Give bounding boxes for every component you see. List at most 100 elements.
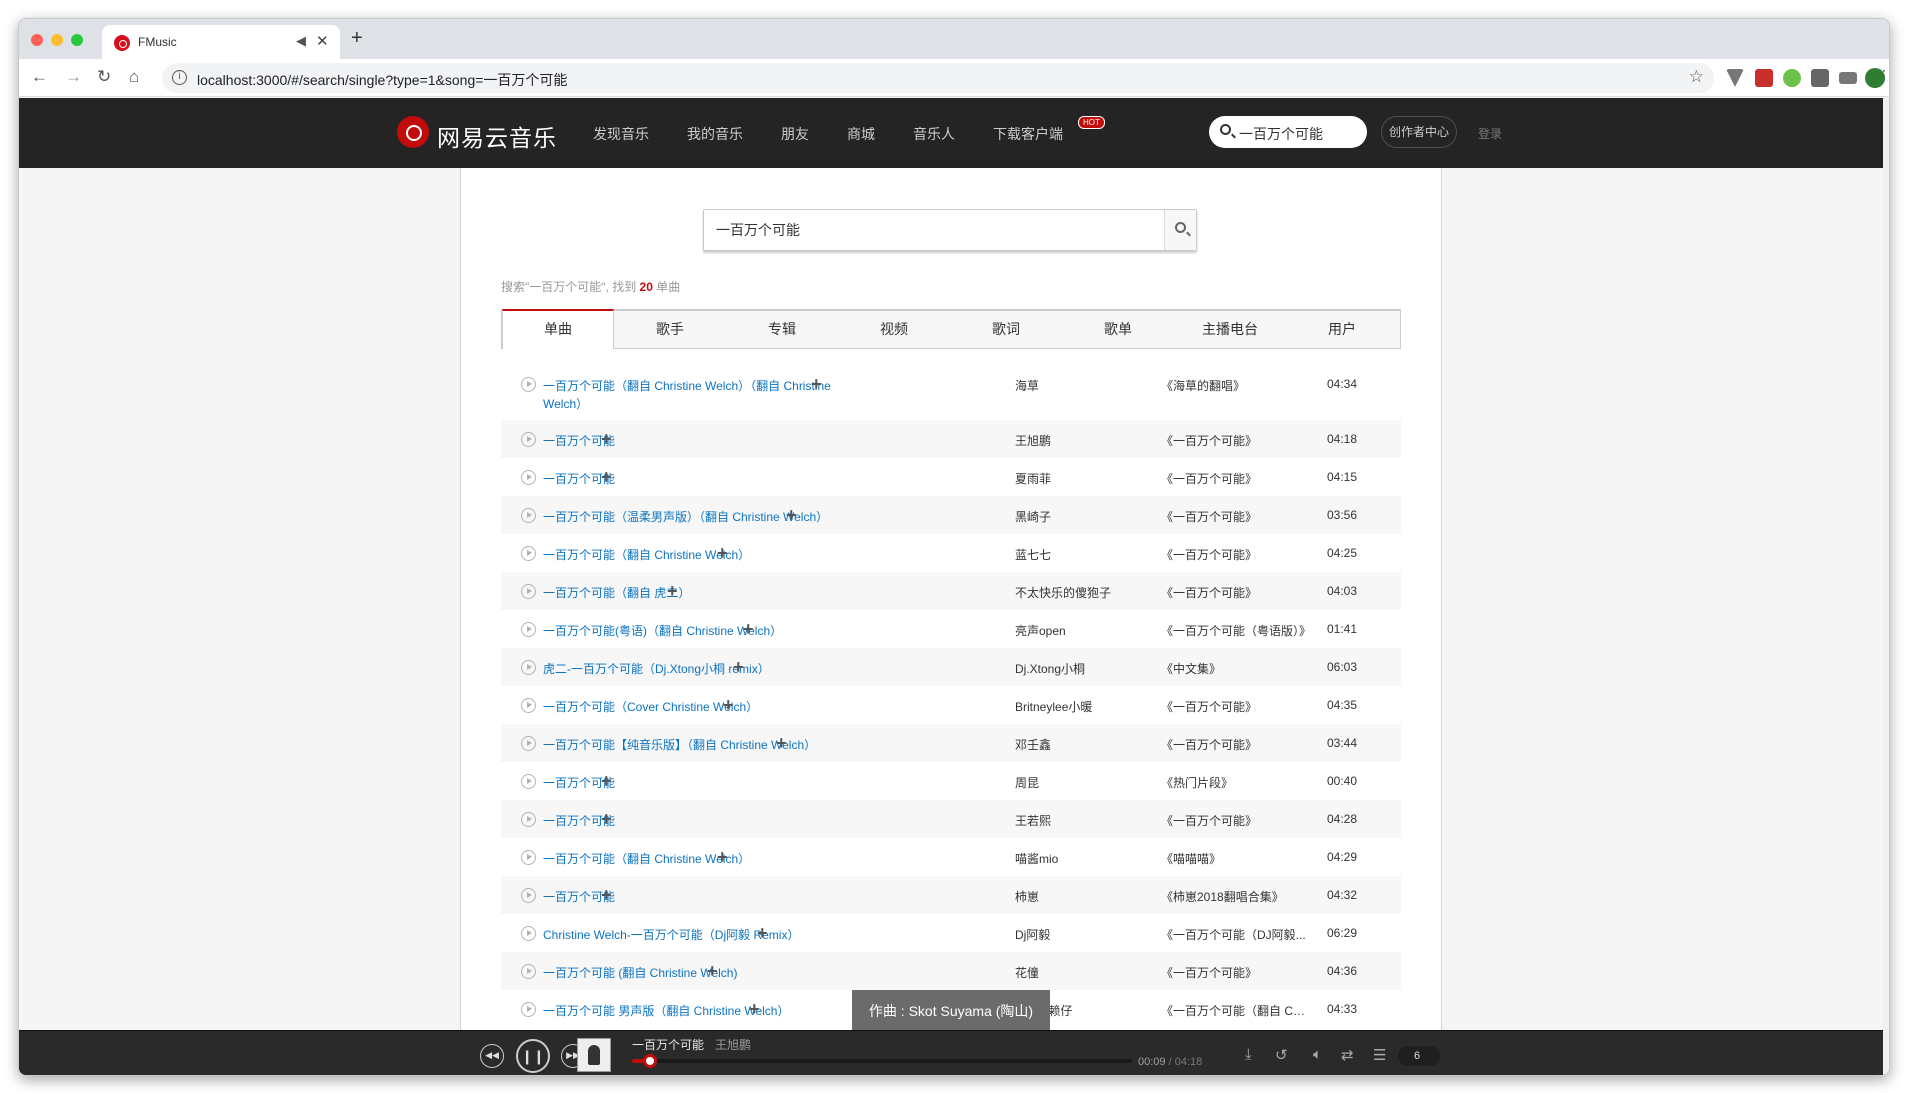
add-to-playlist-icon[interactable]: + (733, 657, 744, 678)
volume-icon[interactable]: 🔈︎ (1313, 1046, 1322, 1063)
pause-button[interactable]: ❙❙ (516, 1039, 550, 1073)
play-icon[interactable] (521, 584, 536, 599)
login-link[interactable]: 登录 (1478, 125, 1502, 142)
song-album[interactable]: 《一百万个可能（翻自 Chr... (1161, 1002, 1311, 1019)
home-icon[interactable]: ⌂ (129, 67, 139, 87)
song-row[interactable]: 一百万个可能 + 柿崽 《柿崽2018翻唱合集》 04:32 (501, 876, 1401, 914)
play-icon[interactable] (521, 1002, 536, 1017)
address-bar[interactable]: i localhost:3000/#/search/single?type=1&… (162, 63, 1714, 93)
song-row[interactable]: 虎二-一百万个可能（Dj.Xtong小桐 remix） + Dj.Xtong小桐 《中… (501, 648, 1401, 686)
song-album[interactable]: 《喵喵喵》 (1161, 850, 1311, 867)
song-row[interactable]: 一百万个可能（温柔男声版）（翻自 Christine Welch） + 黑崎子 《一百… (501, 496, 1401, 534)
play-icon[interactable] (521, 812, 536, 827)
song-album[interactable]: 《一百万个可能》 (1161, 736, 1311, 753)
header-search-input[interactable]: 一百万个可能 (1209, 116, 1367, 148)
add-to-playlist-icon[interactable]: + (601, 467, 612, 488)
nav-discover[interactable]: 发现音乐 (593, 124, 649, 144)
now-playing-title[interactable]: 一百万个可能 (632, 1036, 704, 1053)
song-row[interactable]: 一百万个可能(粤语)（翻自 Christine Welch） + 亮声open 《一百… (501, 610, 1401, 648)
add-to-playlist-icon[interactable]: + (601, 429, 612, 450)
forward-icon[interactable]: → (65, 67, 82, 87)
browser-tab[interactable]: FMusic ◀︎ ✕ (102, 25, 340, 59)
creator-center-button[interactable]: 创作者中心 (1381, 116, 1457, 148)
song-album[interactable]: 《一百万个可能（DJ阿毅... (1161, 926, 1311, 943)
nav-musician[interactable]: 音乐人 (913, 124, 955, 144)
add-to-playlist-icon[interactable]: + (749, 999, 760, 1020)
song-row[interactable]: 一百万个可能（翻自 Christine Welch） + 蓝七七 《一百万个可能》 04… (501, 534, 1401, 572)
share-icon[interactable]: ↺ (1275, 1046, 1288, 1064)
previous-track-button[interactable]: ◀◀ (480, 1044, 504, 1068)
tab-6[interactable]: 主播电台 (1174, 311, 1286, 349)
download-icon[interactable]: ⤓ (1245, 1046, 1252, 1063)
play-icon[interactable] (521, 377, 536, 392)
song-artist[interactable]: 周昆 (1015, 774, 1039, 791)
song-album[interactable]: 《一百万个可能》 (1161, 470, 1311, 487)
song-album[interactable]: 《一百万个可能》 (1161, 964, 1311, 981)
song-album[interactable]: 《一百万个可能》 (1161, 432, 1311, 449)
play-icon[interactable] (521, 888, 536, 903)
song-row[interactable]: 一百万个可能（翻自 虎二） + 不太快乐的傻狍子 《一百万个可能》 04:03 (501, 572, 1401, 610)
song-artist[interactable]: 柿崽 (1015, 888, 1039, 905)
song-artist[interactable]: 邓壬鑫 (1015, 736, 1051, 753)
main-search-input[interactable]: 一百万个可能 (703, 209, 1197, 251)
tab-5[interactable]: 歌单 (1062, 311, 1174, 349)
speaker-icon[interactable]: ◀︎ (296, 33, 306, 49)
song-row[interactable]: 一百万个可能（Cover Christine Welch） + Britneylee… (501, 686, 1401, 724)
song-artist[interactable]: 喵酱mio (1015, 850, 1058, 867)
menu-dots-icon[interactable]: ⋮ (1877, 67, 1889, 84)
song-row[interactable]: 一百万个可能 + 周昆 《热门片段》 00:40 (501, 762, 1401, 800)
lyrics-icon[interactable]: ☰ (1373, 1046, 1386, 1064)
reload-icon[interactable]: ↻ (97, 67, 111, 87)
add-to-playlist-icon[interactable]: + (717, 543, 728, 564)
song-album[interactable]: 《一百万个可能》 (1161, 812, 1311, 829)
song-album[interactable]: 《一百万个可能》 (1161, 698, 1311, 715)
add-to-playlist-icon[interactable]: + (786, 505, 797, 526)
add-to-playlist-icon[interactable]: + (743, 619, 754, 640)
tab-4[interactable]: 歌词 (950, 311, 1062, 349)
progress-bar[interactable] (632, 1054, 1132, 1068)
now-playing-artist[interactable]: 王旭鹏 (715, 1036, 751, 1053)
bookmark-star-icon[interactable]: ☆ (1689, 67, 1704, 87)
add-to-playlist-icon[interactable]: + (811, 374, 822, 395)
song-album[interactable]: 《一百万个可能》 (1161, 546, 1311, 563)
song-artist[interactable]: 黑崎子 (1015, 508, 1051, 525)
song-artist[interactable]: 不太快乐的傻狍子 (1015, 584, 1111, 601)
add-to-playlist-icon[interactable]: + (717, 847, 728, 868)
song-artist[interactable]: Britneylee小暖 (1015, 698, 1092, 715)
extension-green-icon[interactable] (1783, 69, 1801, 87)
song-row[interactable]: 一百万个可能 (翻自 Christine Welch) + 花僮 《一百万个可能》 04… (501, 952, 1401, 990)
new-tab-button[interactable]: + (351, 27, 363, 50)
close-window-button[interactable] (31, 34, 43, 46)
song-row[interactable]: 一百万个可能（翻自 Christine Welch）（翻自 Christine … (501, 365, 1401, 420)
loop-icon[interactable]: ⇄ (1341, 1046, 1354, 1064)
reading-list-icon[interactable] (1839, 72, 1857, 84)
play-icon[interactable] (521, 736, 536, 751)
song-album[interactable]: 《热门片段》 (1161, 774, 1311, 791)
page-scrollbar[interactable] (1883, 98, 1889, 1075)
close-tab-icon[interactable]: ✕ (316, 32, 329, 50)
tab-3[interactable]: 视频 (838, 311, 950, 349)
song-artist[interactable]: 亮声open (1015, 622, 1066, 639)
song-album[interactable]: 《海草的翻唱》 (1161, 377, 1311, 394)
nav-store[interactable]: 商城 (847, 124, 875, 144)
song-artist[interactable]: Dj.Xtong小桐 (1015, 660, 1085, 677)
site-info-icon[interactable]: i (172, 70, 187, 85)
album-cover[interactable] (577, 1038, 611, 1072)
add-to-playlist-icon[interactable]: + (757, 923, 768, 944)
tab-0[interactable]: 单曲 (502, 309, 614, 349)
play-icon[interactable] (521, 660, 536, 675)
extensions-puzzle-icon[interactable] (1811, 69, 1829, 87)
song-artist[interactable]: Dj阿毅 (1015, 926, 1050, 943)
url-text[interactable]: localhost:3000/#/search/single?type=1&so… (197, 70, 567, 90)
add-to-playlist-icon[interactable]: + (707, 961, 718, 982)
add-to-playlist-icon[interactable]: + (776, 733, 787, 754)
extension-v-icon[interactable] (1726, 69, 1744, 87)
search-button[interactable] (1164, 210, 1196, 250)
song-artist[interactable]: 蓝七七 (1015, 546, 1051, 563)
add-to-playlist-icon[interactable]: + (601, 885, 612, 906)
nav-friends[interactable]: 朋友 (781, 124, 809, 144)
add-to-playlist-icon[interactable]: + (601, 809, 612, 830)
song-row[interactable]: 一百万个可能（翻自 Christine Welch） + 喵酱mio 《喵喵喵》 04:… (501, 838, 1401, 876)
song-album[interactable]: 《中文集》 (1161, 660, 1311, 677)
song-row[interactable]: 一百万个可能【纯音乐版】（翻自 Christine Welch） + 邓壬鑫 《一百万… (501, 724, 1401, 762)
